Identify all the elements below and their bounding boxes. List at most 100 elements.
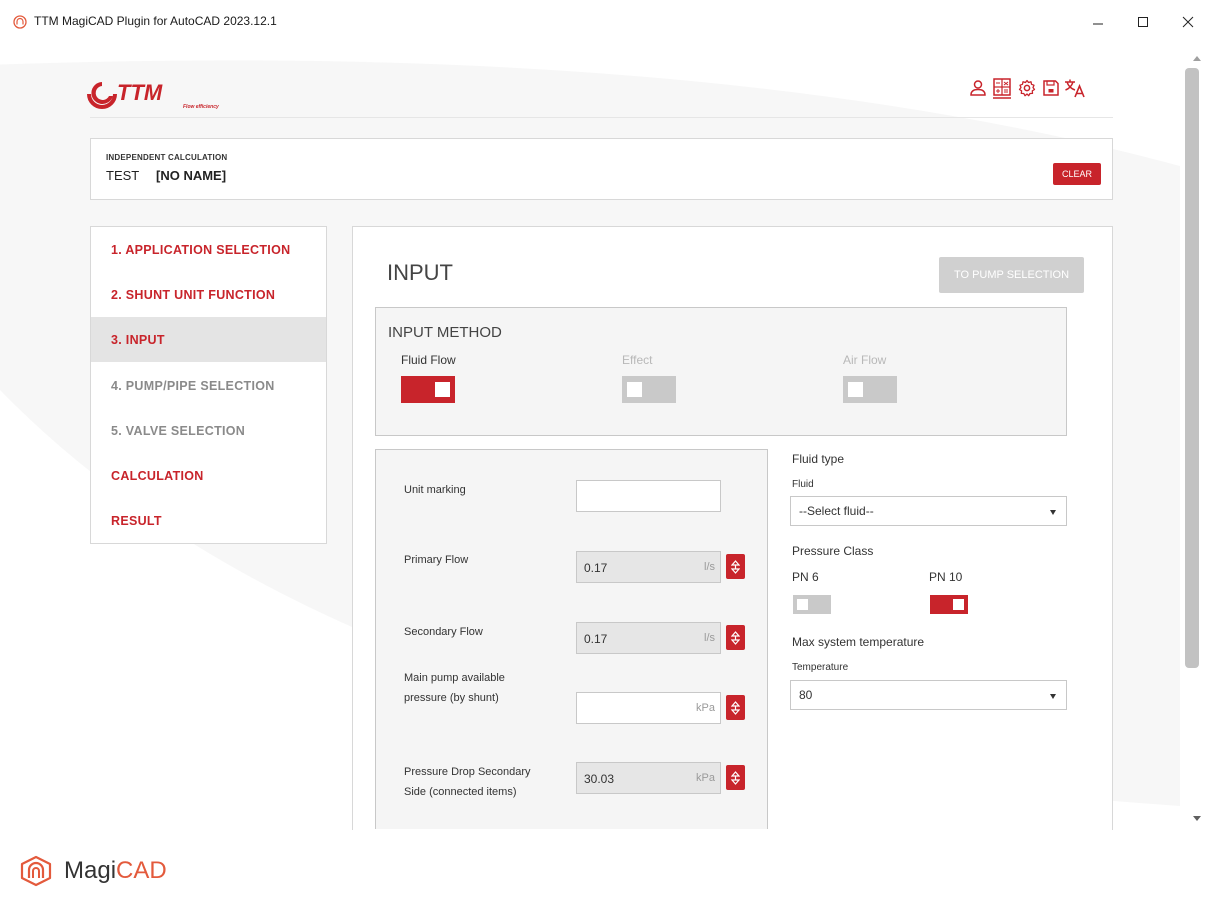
secondary-flow-label: Secondary Flow [404, 626, 483, 638]
vertical-scrollbar[interactable] [1180, 46, 1220, 830]
secondary-flow-unit: l/s [704, 632, 715, 644]
pressure-drop-input[interactable]: 30.03 kPa [576, 762, 721, 794]
nav-item-valve-selection[interactable]: 5. VALVE SELECTION [91, 408, 326, 453]
unit-marking-label: Unit marking [404, 484, 466, 496]
nav-item-calculation[interactable]: CALCULATION [91, 453, 326, 498]
toggle-knob [627, 382, 642, 397]
calculator-icon [993, 78, 1011, 99]
magicad-brand-text: MagiCAD [64, 857, 167, 885]
logo-text: TTM [117, 80, 163, 105]
stepper-arrows-icon [731, 559, 740, 574]
project-subname: [NO NAME] [156, 168, 227, 183]
logo-tagline: Flow efficiency [183, 104, 219, 110]
main-pump-label-line2: pressure (by shunt) [404, 692, 499, 704]
save-icon [1043, 80, 1059, 96]
pn6-label: PN 6 [792, 570, 819, 584]
nav-item-pump-pipe-selection[interactable]: 4. PUMP/PIPE SELECTION [91, 363, 326, 408]
fluid-flow-toggle[interactable] [401, 376, 455, 403]
primary-flow-input[interactable]: 0.17 l/s [576, 551, 721, 583]
to-pump-selection-button[interactable]: TO PUMP SELECTION [939, 257, 1084, 293]
flow-fields-box: Unit marking Primary Flow 0.17 l/s Secon… [375, 449, 768, 829]
fluid-select[interactable]: --Select fluid-- [790, 496, 1067, 526]
temperature-select-value: 80 [799, 688, 813, 702]
magicad-logo-icon [20, 855, 52, 887]
nav-item-shunt-unit-function[interactable]: 2. SHUNT UNIT FUNCTION [91, 272, 326, 317]
content-viewport: TTM Flow efficiency INDEPENDENT CALCULAT… [0, 46, 1180, 830]
pressure-class-title: Pressure Class [792, 544, 874, 558]
primary-flow-unit: l/s [704, 561, 715, 573]
scrollbar-thumb[interactable] [1185, 68, 1199, 668]
toggle-knob [953, 599, 964, 610]
minimize-button[interactable] [1078, 8, 1118, 36]
gear-icon [1018, 79, 1036, 97]
nav-item-application-selection[interactable]: 1. APPLICATION SELECTION [91, 227, 326, 272]
toggle-knob [797, 599, 808, 610]
pn6-toggle[interactable] [793, 595, 831, 614]
language-button[interactable] [1064, 76, 1086, 100]
air-flow-label: Air Flow [843, 353, 887, 367]
user-button[interactable] [967, 76, 989, 100]
calculation-type-label: INDEPENDENT CALCULATION [106, 153, 228, 162]
close-icon [1182, 16, 1194, 28]
translate-icon [1065, 79, 1085, 98]
stepper-arrows-icon [731, 770, 740, 785]
magicad-app-icon [13, 15, 27, 29]
ttm-logo: TTM Flow efficiency [87, 80, 219, 110]
fluid-flow-label: Fluid Flow [401, 353, 456, 367]
chevron-down-icon [1050, 694, 1056, 699]
unit-marking-input[interactable] [576, 480, 721, 512]
app-window: TTM MagiCAD Plugin for AutoCAD 2023.12.1… [0, 0, 1220, 901]
pressure-drop-label-line1: Pressure Drop Secondary [404, 766, 531, 778]
effect-toggle[interactable] [622, 376, 676, 403]
calculator-button[interactable] [991, 76, 1013, 100]
main-pump-stepper-button[interactable] [726, 695, 745, 720]
fluid-type-title: Fluid type [792, 452, 845, 466]
brand-cad: CAD [116, 857, 167, 884]
secondary-flow-input[interactable]: 0.17 l/s [576, 622, 721, 654]
input-method-box: INPUT METHOD Fluid Flow Effect Air Flow [375, 307, 1067, 436]
pressure-drop-label-line2: Side (connected items) [404, 786, 517, 798]
fluid-select-value: --Select fluid-- [799, 504, 874, 518]
maximize-button[interactable] [1123, 8, 1163, 36]
fluid-sublabel: Fluid [792, 479, 814, 490]
temperature-select[interactable]: 80 [790, 680, 1067, 710]
maximize-icon [1138, 17, 1148, 27]
toggle-knob [435, 382, 450, 397]
primary-flow-stepper-button[interactable] [726, 554, 745, 579]
window-title: TTM MagiCAD Plugin for AutoCAD 2023.12.1 [34, 14, 277, 28]
pn10-label: PN 10 [929, 570, 963, 584]
pressure-drop-value: 30.03 [584, 772, 615, 786]
project-name: TEST [106, 168, 140, 183]
nav-item-input[interactable]: 3. INPUT [91, 317, 326, 362]
step-navigation: 1. APPLICATION SELECTION 2. SHUNT UNIT F… [90, 226, 327, 544]
scroll-down-arrow-icon[interactable] [1193, 816, 1201, 821]
max-temperature-title: Max system temperature [792, 635, 925, 649]
main-pump-pressure-unit: kPa [696, 702, 715, 714]
main-pump-pressure-input[interactable]: kPa [576, 692, 721, 724]
close-button[interactable] [1168, 8, 1208, 36]
air-flow-toggle[interactable] [843, 376, 897, 403]
project-info-box: INDEPENDENT CALCULATION TEST [NO NAME] C… [90, 138, 1113, 200]
primary-flow-label: Primary Flow [404, 554, 469, 566]
brand-magi: Magi [64, 857, 117, 884]
nav-item-result[interactable]: RESULT [91, 498, 326, 543]
stepper-arrows-icon [731, 700, 740, 715]
secondary-flow-value: 0.17 [584, 632, 608, 646]
page-title: INPUT [387, 260, 453, 285]
pressure-drop-unit: kPa [696, 772, 715, 784]
save-button[interactable] [1040, 76, 1062, 100]
input-panel: INPUT TO PUMP SELECTION INPUT METHOD Flu… [352, 226, 1113, 830]
settings-button[interactable] [1016, 76, 1038, 100]
effect-label: Effect [622, 353, 653, 367]
pressure-drop-stepper-button[interactable] [726, 765, 745, 790]
temperature-sublabel: Temperature [792, 662, 849, 673]
user-icon [970, 80, 986, 96]
header-divider [90, 117, 1113, 118]
primary-flow-value: 0.17 [584, 561, 608, 575]
secondary-flow-stepper-button[interactable] [726, 625, 745, 650]
scroll-up-arrow-icon[interactable] [1193, 56, 1201, 61]
toggle-knob [848, 382, 863, 397]
clear-button[interactable]: CLEAR [1053, 163, 1101, 185]
stepper-arrows-icon [731, 630, 740, 645]
pn10-toggle[interactable] [930, 595, 968, 614]
